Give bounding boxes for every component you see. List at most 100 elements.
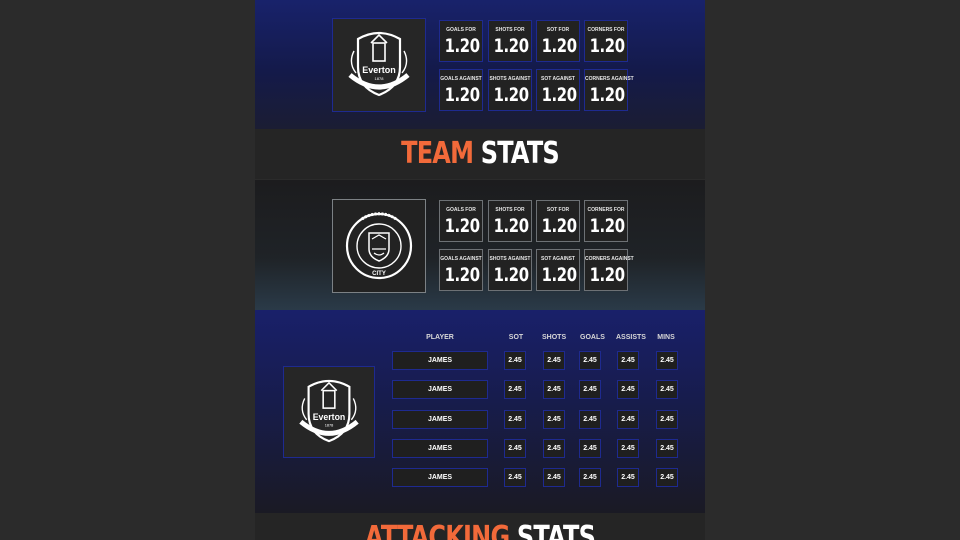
stat-label: SOT Against — [541, 76, 575, 82]
stats-page: Everton 1878 Goals For 1.20 Shots For 1.20 S… — [255, 0, 705, 540]
heading-rest: STATS — [516, 520, 596, 540]
player-stat-cell: 2.45 — [504, 439, 526, 458]
player-stat-cell: 2.45 — [579, 410, 601, 429]
player-stat-cell: 2.45 — [656, 468, 678, 487]
stat-label: SOT For — [546, 27, 570, 33]
everton-crest-icon: Everton 1878 — [299, 379, 359, 443]
mancity-crest-tile: CITY — [332, 199, 426, 293]
stat-tile: SOT Against 1.20 — [536, 69, 580, 111]
stat-value: 1.20 — [541, 215, 577, 237]
stat-tile: Goals For 1.20 — [439, 20, 483, 62]
stat-value: 1.20 — [493, 35, 529, 57]
stat-value: 1.20 — [541, 264, 577, 286]
player-stat-cell: 2.45 — [617, 468, 639, 487]
stat-value: 1.20 — [493, 215, 529, 237]
player-stat-cell: 2.45 — [617, 380, 639, 399]
column-header-shots: Shots — [542, 334, 567, 341]
stat-tile: Corners Against 1.20 — [584, 249, 634, 291]
player-stat-cell: 2.45 — [543, 439, 565, 458]
stat-value: 1.20 — [589, 84, 625, 106]
stat-tile: Shots Against 1.20 — [488, 69, 532, 111]
player-stat-cell: 2.45 — [617, 410, 639, 429]
stat-tile: SOT For 1.20 — [536, 20, 580, 62]
stat-tile: SOT Against 1.20 — [536, 249, 580, 291]
stat-label: Shots Against — [489, 256, 531, 262]
stat-label: Shots For — [495, 27, 525, 33]
player-stat-cell: 2.45 — [504, 410, 526, 429]
player-stat-cell: 2.45 — [504, 380, 526, 399]
stat-value: 1.20 — [444, 84, 480, 106]
everton-crest-icon: Everton 1878 — [348, 31, 410, 97]
player-stat-cell: 2.45 — [579, 468, 601, 487]
team-stats-heading: TEAM STATS — [255, 129, 705, 179]
stat-label: Shots For — [495, 207, 525, 213]
stat-label: SOT Against — [541, 256, 575, 262]
stat-value: 1.20 — [541, 35, 577, 57]
stat-tile: Shots For 1.20 — [488, 20, 532, 62]
heading-accent: ATTACKING — [364, 520, 510, 540]
player-stat-cell: 2.45 — [579, 351, 601, 370]
stat-value: 1.20 — [493, 84, 529, 106]
players-crest-tile: Everton 1878 — [283, 366, 375, 458]
stat-value: 1.20 — [541, 84, 577, 106]
svg-text:CITY: CITY — [372, 271, 386, 277]
player-stat-cell: 2.45 — [579, 380, 601, 399]
player-stat-cell: 2.45 — [656, 410, 678, 429]
player-stat-cell: 2.45 — [543, 351, 565, 370]
stat-value: 1.20 — [589, 35, 625, 57]
column-header-sot: SOT — [508, 334, 524, 341]
stat-value: 1.20 — [444, 215, 480, 237]
player-stat-cell: 2.45 — [543, 468, 565, 487]
stat-value: 1.20 — [444, 35, 480, 57]
player-stat-cell: 2.45 — [656, 439, 678, 458]
heading-accent: TEAM — [401, 136, 474, 171]
player-stat-cell: 2.45 — [543, 410, 565, 429]
player-stat-cell: 2.45 — [617, 351, 639, 370]
svg-text:Everton: Everton — [313, 412, 346, 422]
column-header-mins: Mins — [657, 334, 675, 341]
stat-tile: Goals Against 1.20 — [439, 249, 483, 291]
attacking-stats-heading: ATTACKING STATS — [255, 513, 705, 540]
stat-label: Shots Against — [489, 76, 531, 82]
stat-label: SOT For — [546, 207, 570, 213]
stat-label: Goals For — [446, 27, 476, 33]
player-stat-cell: 2.45 — [579, 439, 601, 458]
heading-rest: STATS — [480, 136, 560, 171]
stat-label: Corners Against — [585, 76, 634, 82]
player-name: JAMES — [392, 380, 488, 399]
column-header-goals: Goals — [580, 334, 605, 341]
player-stat-cell: 2.45 — [543, 380, 565, 399]
stat-label: Corners For — [587, 207, 625, 213]
stat-value: 1.20 — [493, 264, 529, 286]
column-header-player: Player — [426, 334, 454, 341]
stat-label: Goals Against — [440, 256, 482, 262]
player-stat-cell: 2.45 — [504, 468, 526, 487]
player-stat-cell: 2.45 — [656, 380, 678, 399]
player-stat-cell: 2.45 — [656, 351, 678, 370]
svg-text:1878: 1878 — [325, 423, 334, 428]
player-name: JAMES — [392, 351, 488, 370]
stat-label: Goals Against — [440, 76, 482, 82]
svg-text:1878: 1878 — [375, 76, 385, 81]
stat-value: 1.20 — [444, 264, 480, 286]
stat-label: Corners Against — [585, 256, 634, 262]
manchester-city-crest-icon: CITY — [345, 212, 413, 280]
stat-label: Goals For — [446, 207, 476, 213]
stat-tile: Corners Against 1.20 — [584, 69, 634, 111]
everton-crest-tile: Everton 1878 — [332, 18, 426, 112]
column-header-assists: Assists — [616, 334, 646, 341]
stat-tile: Shots For 1.20 — [488, 200, 532, 242]
stat-tile: Goals Against 1.20 — [439, 69, 483, 111]
stat-tile: Goals For 1.20 — [439, 200, 483, 242]
stat-tile: Corners For 1.20 — [584, 200, 628, 242]
svg-text:Everton: Everton — [362, 65, 396, 75]
stat-tile: Corners For 1.20 — [584, 20, 628, 62]
player-stat-cell: 2.45 — [504, 351, 526, 370]
player-name: JAMES — [392, 439, 488, 458]
player-name: JAMES — [392, 468, 488, 487]
stat-tile: SOT For 1.20 — [536, 200, 580, 242]
player-stat-cell: 2.45 — [617, 439, 639, 458]
stat-label: Corners For — [587, 27, 625, 33]
stat-value: 1.20 — [589, 215, 625, 237]
stat-value: 1.20 — [589, 264, 625, 286]
